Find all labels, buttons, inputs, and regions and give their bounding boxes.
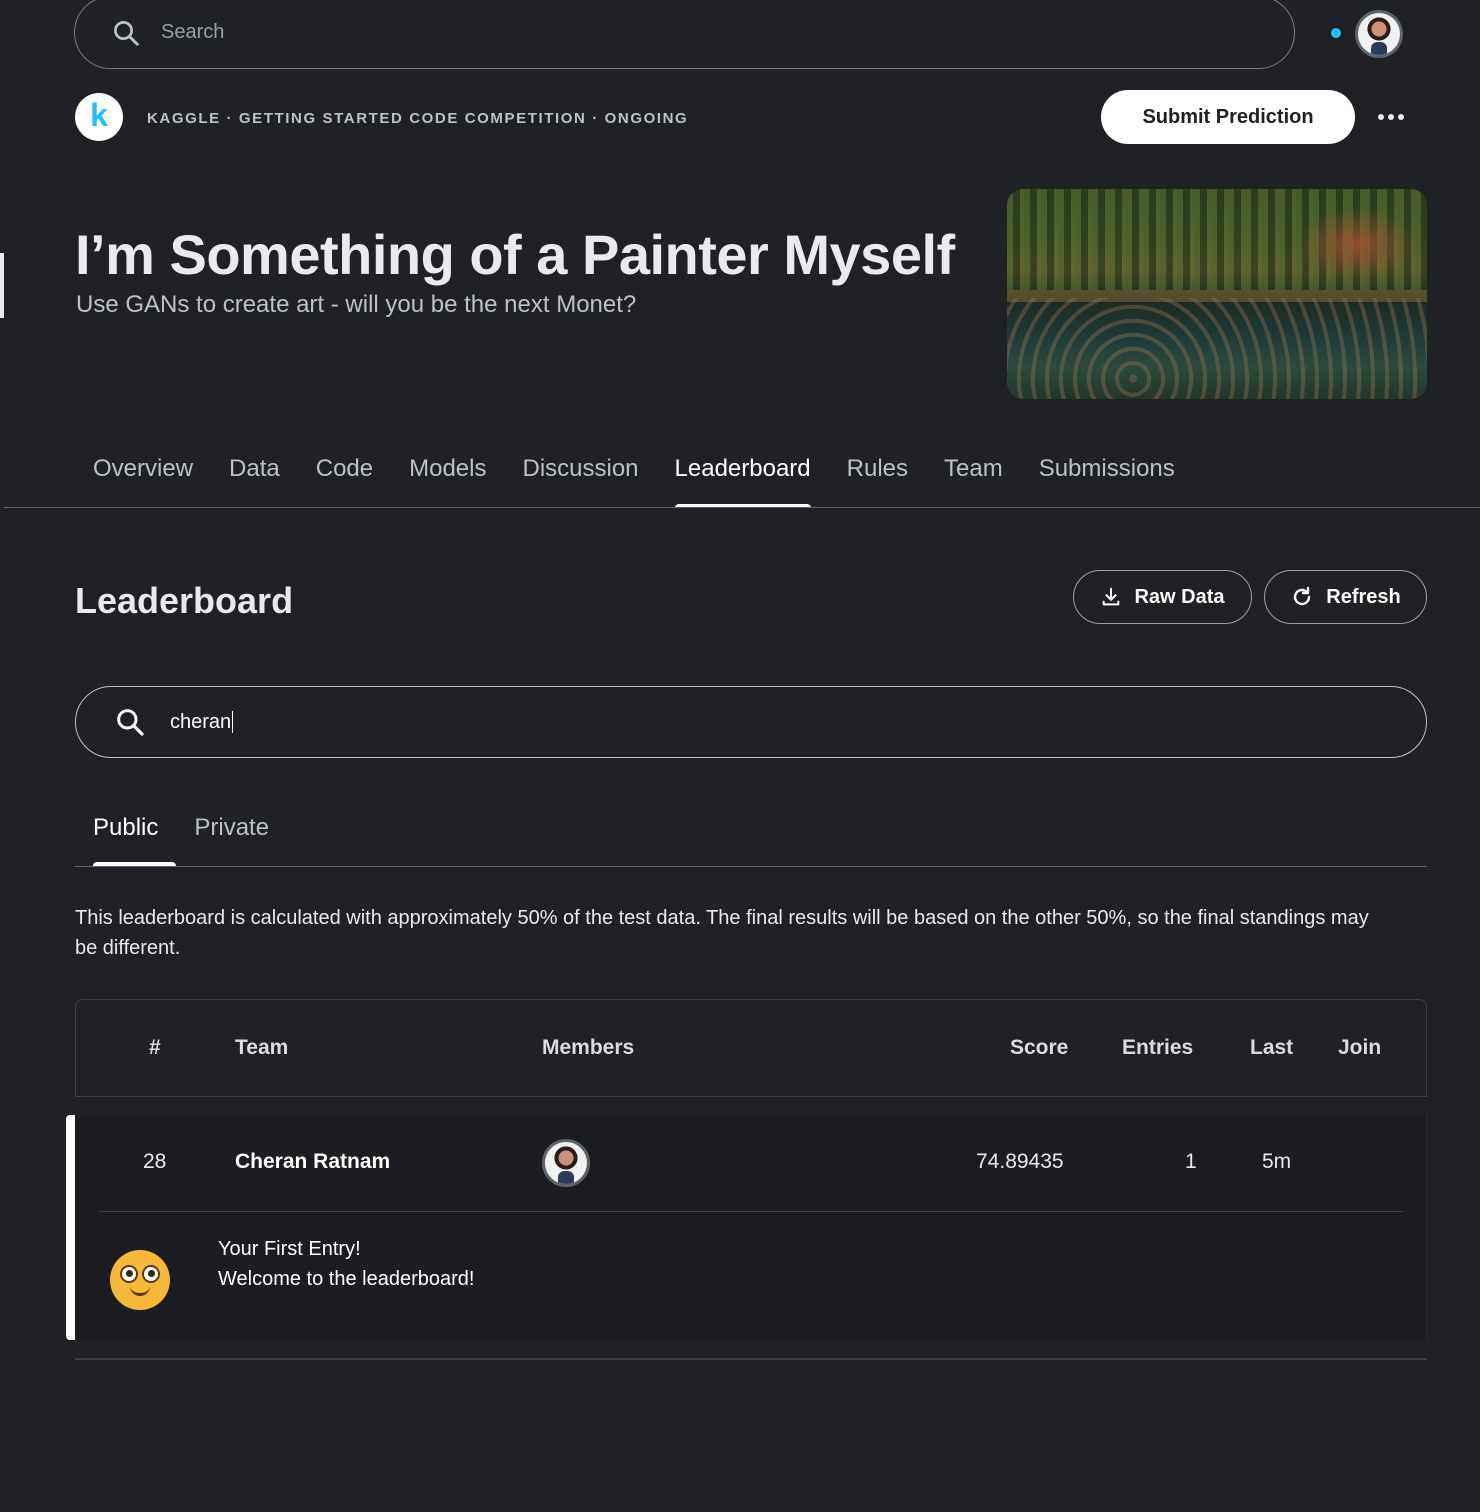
competition-tabs: Overview Data Code Models Discussion Lea…: [75, 440, 1193, 508]
row-score: 74.89435: [976, 1150, 1064, 1173]
user-avatar[interactable]: [1355, 10, 1403, 58]
smiley-emoji-icon: [110, 1250, 170, 1310]
raw-data-label: Raw Data: [1134, 585, 1225, 608]
side-scroll-marker: [0, 253, 4, 318]
column-header-entries[interactable]: Entries: [1122, 1036, 1193, 1060]
column-header-rank[interactable]: #: [149, 1036, 161, 1060]
text-caret: [232, 711, 234, 734]
row-entries: 1: [1185, 1150, 1197, 1173]
tab-overview[interactable]: Overview: [75, 440, 211, 508]
submit-prediction-button[interactable]: Submit Prediction: [1101, 90, 1355, 144]
raw-data-button[interactable]: Raw Data: [1073, 570, 1252, 624]
member-avatar[interactable]: [542, 1139, 590, 1187]
leaderboard-note: This leaderboard is calculated with appr…: [75, 907, 1369, 959]
tab-rules[interactable]: Rules: [829, 440, 926, 508]
column-header-team[interactable]: Team: [235, 1036, 288, 1060]
current-user-row-marker: [66, 1115, 75, 1340]
refresh-icon: [1294, 586, 1311, 606]
search-icon: [114, 20, 139, 46]
row-last: 5m: [1262, 1150, 1292, 1173]
row-divider: [99, 1211, 1403, 1212]
leaderboard-subtabs: Public Private: [75, 800, 287, 866]
first-entry-message: Welcome to the leaderboard!: [218, 1268, 475, 1290]
column-header-last[interactable]: Last: [1250, 1036, 1293, 1060]
column-header-members: Members: [542, 1036, 635, 1059]
tab-public[interactable]: Public: [75, 800, 177, 866]
tab-code[interactable]: Code: [298, 440, 391, 508]
competition-subtitle: Use GANs to create art - will you be the…: [76, 291, 637, 318]
table-bottom-divider: [75, 1358, 1427, 1360]
search-placeholder: Search: [161, 21, 225, 43]
global-search-input[interactable]: Search: [74, 0, 1295, 69]
tab-models[interactable]: Models: [391, 440, 504, 508]
subtabs-divider: [75, 866, 1427, 867]
tab-submissions[interactable]: Submissions: [1021, 440, 1193, 508]
competition-banner-image: [1007, 189, 1427, 399]
leaderboard-search-input[interactable]: cheran: [75, 686, 1427, 758]
row-team-name[interactable]: Cheran Ratnam: [235, 1150, 390, 1174]
column-header-score[interactable]: Score: [1010, 1036, 1068, 1060]
search-icon: [117, 709, 144, 736]
first-entry-title: Your First Entry!: [218, 1238, 361, 1260]
table-header: # Team Members Score Entries Last Join: [75, 999, 1427, 1097]
tab-discussion[interactable]: Discussion: [504, 440, 656, 508]
table-row[interactable]: [75, 1115, 1427, 1340]
more-options-icon[interactable]: [1373, 100, 1409, 134]
refresh-label: Refresh: [1326, 585, 1401, 608]
tabs-divider: [4, 507, 1480, 508]
refresh-button[interactable]: Refresh: [1264, 570, 1427, 624]
download-icon: [1103, 587, 1120, 606]
column-header-join[interactable]: Join: [1338, 1036, 1381, 1060]
tab-team[interactable]: Team: [926, 440, 1021, 508]
leaderboard-title: Leaderboard: [75, 580, 294, 621]
tab-data[interactable]: Data: [211, 440, 298, 508]
tab-leaderboard[interactable]: Leaderboard: [657, 440, 829, 508]
kaggle-logo[interactable]: k: [75, 93, 123, 141]
tab-private[interactable]: Private: [176, 800, 287, 866]
leaderboard-search-value: cheran: [170, 710, 232, 733]
competition-title: I’m Something of a Painter Myself: [75, 223, 955, 286]
competition-breadcrumb: KAGGLE · GETTING STARTED CODE COMPETITIO…: [147, 110, 689, 127]
notification-dot: [1331, 28, 1341, 38]
row-rank: 28: [143, 1150, 167, 1173]
